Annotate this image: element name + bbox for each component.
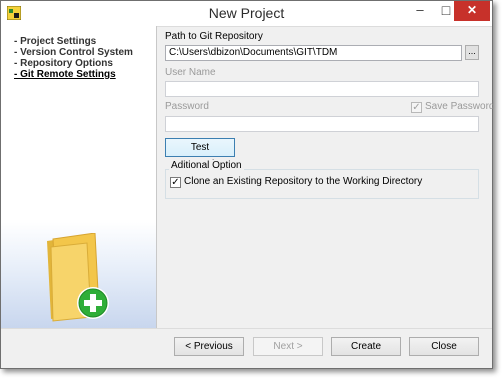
clone-repository-checkbox[interactable]: ✓ — [170, 177, 181, 188]
username-label: User Name — [165, 67, 216, 78]
plus-icon — [77, 287, 109, 319]
new-project-dialog: New Project – □ ✕ - Project Settings - V… — [0, 0, 495, 369]
close-button[interactable]: Close — [409, 337, 479, 356]
test-connection-button[interactable]: Test Connection — [165, 138, 235, 170]
path-label: Path to Git Repository — [165, 31, 263, 42]
step-git-remote-settings[interactable]: - Git Remote Settings — [14, 69, 133, 80]
next-button[interactable]: Next > — [253, 337, 323, 356]
step-repository-options[interactable]: - Repository Options — [14, 58, 133, 69]
wizard-steps-panel: - Project Settings - Version Control Sys… — [1, 26, 157, 328]
step-version-control-system[interactable]: - Version Control System — [14, 47, 133, 58]
password-label: Password — [165, 101, 209, 112]
previous-button[interactable]: < Previous — [174, 337, 244, 356]
title-bar: New Project – □ ✕ — [1, 1, 492, 27]
username-input[interactable] — [165, 81, 479, 97]
create-button[interactable]: Create — [331, 337, 401, 356]
folder-icon — [47, 233, 109, 322]
additional-option-title: Aditional Option — [169, 160, 244, 171]
wizard-steps-list: - Project Settings - Version Control Sys… — [14, 36, 133, 80]
clone-repository-label: Clone an Existing Repository to the Work… — [184, 176, 423, 187]
save-password-checkbox[interactable]: ✓ — [411, 102, 422, 113]
minimize-button[interactable]: – — [407, 1, 433, 21]
settings-form: Path to Git Repository C:\Users\dbizon\D… — [157, 26, 495, 328]
footer-divider — [1, 328, 492, 329]
password-input[interactable] — [165, 116, 479, 132]
browse-button[interactable]: ... — [465, 45, 479, 60]
save-password-label: Save Password — [425, 101, 495, 112]
path-input[interactable]: C:\Users\dbizon\Documents\GIT\TDM — [165, 45, 462, 61]
step-project-settings[interactable]: - Project Settings — [14, 36, 133, 47]
close-window-button[interactable]: ✕ — [454, 1, 490, 21]
